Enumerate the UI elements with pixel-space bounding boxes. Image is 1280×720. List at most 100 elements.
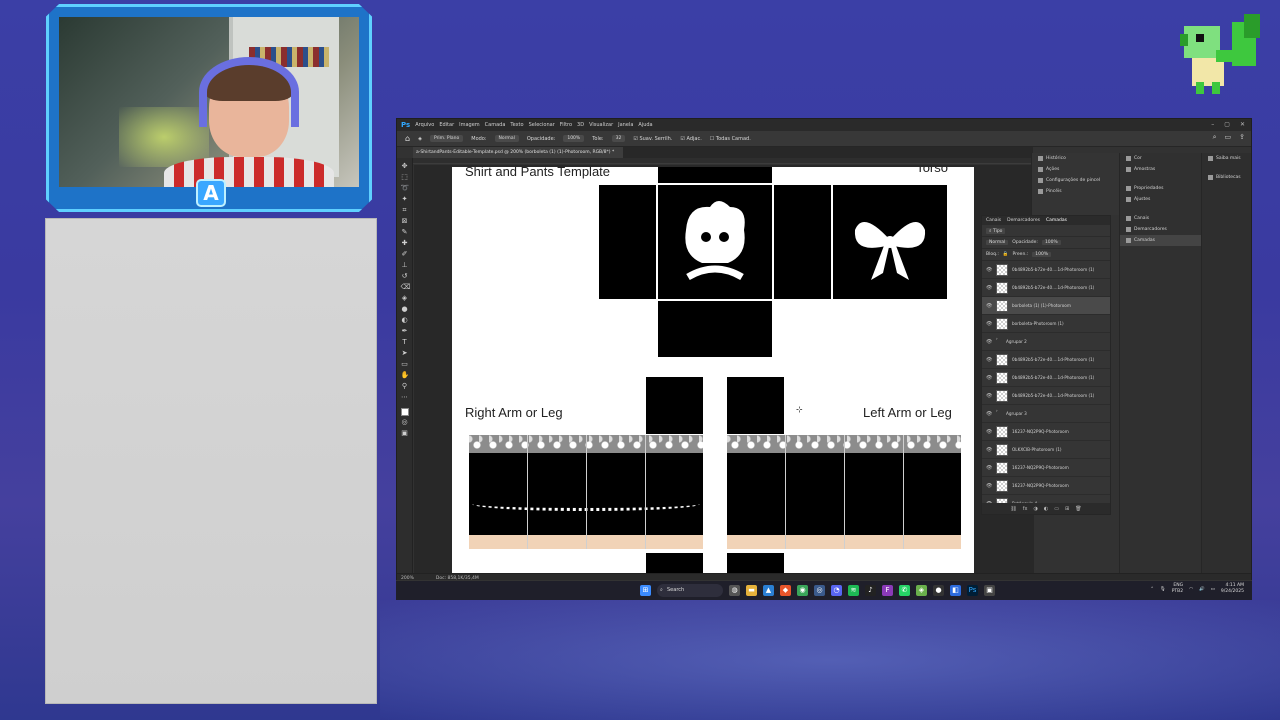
opacity-field[interactable]: 100% — [563, 135, 585, 142]
tolerance-field[interactable]: 32 — [611, 135, 626, 142]
tiktok-icon[interactable]: ♪ — [865, 585, 876, 596]
layer-row[interactable]: 👁 16237-NQ2P9Q-Photoroom — [982, 423, 1110, 441]
layer-row[interactable]: 👁 0b4892b5-b72e-40....1d-Photoroom (1) — [982, 369, 1110, 387]
taskbar-search[interactable]: ⌕ Search — [657, 584, 723, 597]
foreground-color-swatch[interactable] — [400, 408, 409, 416]
menu-layer[interactable]: Camada — [485, 122, 506, 128]
hand-tool-icon[interactable]: ✋ — [401, 371, 410, 380]
panel-adjustments[interactable]: Ajustes — [1120, 194, 1201, 205]
paint-bucket-icon[interactable]: ◈ — [418, 136, 422, 142]
blur-tool-icon[interactable]: ● — [401, 305, 409, 314]
rectangle-tool-icon[interactable]: ▭ — [401, 360, 409, 369]
lasso-tool-icon[interactable]: ➰ — [401, 184, 410, 193]
visibility-eye-icon[interactable]: 👁 — [986, 447, 992, 453]
visibility-eye-icon[interactable]: 👁 — [986, 357, 992, 363]
visibility-eye-icon[interactable]: 👁 — [986, 429, 992, 435]
menu-help[interactable]: Ajuda — [638, 122, 652, 128]
discord-icon[interactable]: ◔ — [831, 585, 842, 596]
link-icon[interactable]: ⛓ — [1010, 506, 1016, 512]
new-group-icon[interactable]: ▭ — [1054, 506, 1059, 512]
layer-row[interactable]: 👁 16237-NQ2P9Q-Photoroom — [982, 477, 1110, 495]
fill-source-select[interactable]: Prim. Plano — [429, 135, 464, 142]
menu-window[interactable]: Janela — [618, 122, 633, 128]
brave-icon[interactable]: ◆ — [780, 585, 791, 596]
layer-row[interactable]: 👁 0b4892b5-b72e-40....1d-Photoroom (1) — [982, 351, 1110, 369]
type-tool-icon[interactable]: T — [401, 338, 409, 347]
pen-tool-icon[interactable]: ✒ — [401, 327, 409, 336]
app-green-icon[interactable]: ◈ — [916, 585, 927, 596]
mask-icon[interactable]: ◑ — [1034, 506, 1038, 512]
menu-type[interactable]: Texto — [510, 122, 523, 128]
layer-filter-select[interactable]: ⌕ Tipo — [986, 227, 1006, 234]
chrome-icon[interactable]: ◉ — [797, 585, 808, 596]
spotify-icon[interactable]: ≋ — [848, 585, 859, 596]
move-tool-icon[interactable]: ✥ — [401, 162, 409, 171]
visibility-eye-icon[interactable]: 👁 — [986, 411, 992, 417]
contiguous-checkbox[interactable]: ☑ Adjac. — [680, 136, 701, 142]
layer-row[interactable]: 👁 0b4892b5-b72e-40....1d-Photoroom (1) — [982, 387, 1110, 405]
fx-icon[interactable]: fx — [1023, 506, 1028, 512]
file-explorer-icon[interactable]: ▬ — [746, 585, 757, 596]
antialias-checkbox[interactable]: ☑ Suav. Serrilh. — [633, 136, 672, 142]
menu-image[interactable]: Imagem — [459, 122, 480, 128]
obs-icon[interactable]: ● — [933, 585, 944, 596]
layer-opacity-field[interactable]: 100% — [1041, 240, 1061, 245]
more-tools-icon[interactable]: ⋯ — [401, 393, 409, 402]
marquee-tool-icon[interactable]: ⬚ — [401, 173, 409, 182]
volume-icon[interactable]: 🔊 — [1199, 587, 1205, 592]
healing-brush-icon[interactable]: ✚ — [401, 239, 409, 248]
panel-brush-settings[interactable]: Configurações de pincel — [1032, 175, 1119, 186]
fill-field[interactable]: 100% — [1032, 252, 1052, 257]
eraser-icon[interactable]: ⌫ — [401, 283, 411, 292]
trash-icon[interactable]: 🗑 — [1075, 506, 1081, 512]
panel-learn[interactable]: Saiba mais — [1202, 153, 1251, 164]
adjustment-layer-icon[interactable]: ◐ — [1044, 506, 1048, 512]
clone-stamp-icon[interactable]: ⊥ — [401, 261, 409, 270]
workspace-icon[interactable]: ▭ — [1225, 133, 1232, 142]
tab-paths[interactable]: Demarcadores — [1007, 218, 1040, 223]
visibility-eye-icon[interactable]: 👁 — [986, 393, 992, 399]
panel-history[interactable]: Histórico — [1032, 153, 1119, 164]
maximize-icon[interactable]: ▢ — [1224, 121, 1230, 128]
photos-icon[interactable]: ▲ — [763, 585, 774, 596]
clock[interactable]: 4:11 AM 9/24/2025 — [1221, 583, 1244, 595]
menu-select[interactable]: Selecionar — [529, 122, 555, 128]
close-icon[interactable]: ✕ — [1240, 121, 1245, 128]
new-layer-icon[interactable]: ⊞ — [1065, 506, 1069, 512]
visibility-eye-icon[interactable]: 👁 — [986, 321, 992, 327]
layer-row[interactable]: 👁 16237-NQ2P9Q-Photoroom — [982, 459, 1110, 477]
panel-channels[interactable]: Canais — [1120, 213, 1201, 224]
paint-bucket-tool-icon[interactable]: ◈ — [401, 294, 409, 303]
battery-icon[interactable]: ▭ — [1211, 587, 1215, 592]
all-layers-checkbox[interactable]: ☐ Todas Camad. — [710, 136, 751, 142]
panel-paths[interactable]: Demarcadores — [1120, 224, 1201, 235]
layer-group-row[interactable]: 👁 › Agrupar 3 — [982, 405, 1110, 423]
menu-file[interactable]: Arquivo — [415, 122, 434, 128]
app-f-icon[interactable]: F — [882, 585, 893, 596]
document-tab[interactable]: a-ShirtandPants-Editable-Template.psd @ … — [413, 147, 623, 158]
microphone-icon[interactable]: 🎙 — [1160, 587, 1166, 592]
panel-libraries[interactable]: Bibliotecas — [1202, 172, 1251, 183]
visibility-eye-icon[interactable]: 👁 — [986, 285, 992, 291]
brush-tool-icon[interactable]: ✐ — [401, 250, 409, 259]
menu-filter[interactable]: Filtro — [560, 122, 572, 128]
widgets-icon[interactable]: ◍ — [729, 585, 740, 596]
mode-select[interactable]: Normal — [494, 135, 519, 142]
frame-tool-icon[interactable]: ⊠ — [401, 217, 409, 226]
steam-icon[interactable]: ◎ — [814, 585, 825, 596]
home-icon[interactable]: ⌂ — [405, 134, 410, 143]
zoom-tool-icon[interactable]: ⚲ — [401, 382, 409, 391]
visibility-eye-icon[interactable]: 👁 — [986, 303, 992, 309]
blend-mode-select[interactable]: Normal — [986, 240, 1009, 245]
tab-layers[interactable]: Camadas — [1046, 218, 1067, 223]
whatsapp-icon[interactable]: ✆ — [899, 585, 910, 596]
visibility-eye-icon[interactable]: 👁 — [986, 267, 992, 273]
screen-mode-icon[interactable]: ▣ — [401, 429, 409, 438]
panel-layers[interactable]: Camadas — [1120, 235, 1201, 246]
visibility-eye-icon[interactable]: 👁 — [986, 339, 992, 345]
language-indicator[interactable]: ENG PTB2 — [1172, 583, 1183, 595]
layer-row[interactable]: 👁 borboleta-Photoroom (1) — [982, 315, 1110, 333]
layer-row[interactable]: 👁 0b4892b5-b72e-40....1d-Photoroom (1) — [982, 279, 1110, 297]
document-canvas[interactable]: Shirt and Pants Template Torso Right Arm… — [452, 167, 974, 573]
layer-row[interactable]: 👁 borboleta (1) (1)-Photoroom — [982, 297, 1110, 315]
